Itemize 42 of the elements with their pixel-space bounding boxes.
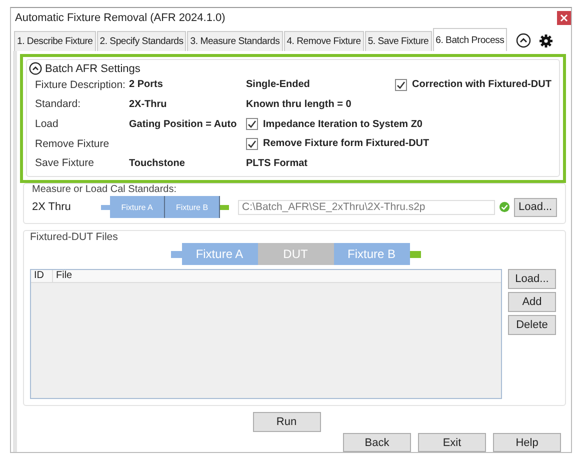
setting-label: Save Fixture bbox=[35, 156, 95, 172]
tab[interactable]: 5. Save Fixture bbox=[364, 31, 432, 52]
setting-value: 2X-Thru bbox=[129, 98, 167, 110]
tab[interactable]: 1. Describe Fixture bbox=[14, 31, 96, 52]
dut-block: DUT bbox=[258, 243, 334, 265]
setting-value: PLTS Format bbox=[246, 158, 308, 169]
nav-button[interactable]: Exit bbox=[418, 433, 486, 452]
setting-label: Standard: bbox=[35, 97, 82, 112]
fixture-block: Fixture B bbox=[334, 243, 410, 265]
standard-label: 2X Thru bbox=[32, 201, 72, 213]
fixture-block: Fixture B bbox=[165, 196, 220, 218]
file-button[interactable]: Load... bbox=[508, 269, 556, 289]
column-header[interactable]: File bbox=[53, 270, 76, 282]
group-title: Measure or Load Cal Standards: bbox=[32, 184, 178, 195]
panel-title: Batch AFR Settings bbox=[45, 62, 140, 75]
nav-button[interactable]: Help bbox=[493, 433, 561, 452]
setting-value: Single-Ended bbox=[246, 79, 310, 90]
tab[interactable]: 4. Remove Fixture bbox=[284, 31, 364, 52]
fixture-block: Fixture A bbox=[182, 243, 258, 265]
setting-label: Load bbox=[35, 117, 60, 132]
checkbox-label: Remove Fixture form Fixtured-DUT bbox=[263, 138, 430, 150]
tab[interactable]: 2. Specify Standards bbox=[96, 31, 186, 52]
nav-button[interactable]: Back bbox=[343, 433, 411, 452]
setting-value: Touchstone bbox=[129, 158, 185, 169]
file-button[interactable]: Delete bbox=[508, 315, 556, 335]
setting-value: 2 Ports bbox=[129, 79, 163, 90]
setting-value: Gating Position = Auto bbox=[129, 118, 237, 130]
file-path-field[interactable]: C:\Batch_AFR\SE_2xThru\2X-Thru.s2p bbox=[238, 200, 495, 214]
group-title: Fixtured-DUT Files bbox=[30, 231, 119, 243]
setting-label: Remove Fixture bbox=[35, 136, 110, 152]
window-title: Automatic Fixture Removal (AFR 2024.1.0) bbox=[15, 12, 226, 24]
column-header[interactable]: ID bbox=[31, 270, 53, 282]
checkbox-label: Impedance Iteration to System Z0 bbox=[263, 118, 422, 130]
tab[interactable]: 3. Measure Standards bbox=[187, 31, 283, 52]
checkbox-label: Correction with Fixtured-DUT bbox=[412, 79, 552, 90]
file-button[interactable]: Add bbox=[508, 292, 556, 312]
tab[interactable]: 6. Batch Process bbox=[432, 28, 508, 52]
setting-label: Fixture Description: bbox=[35, 78, 126, 93]
setting-value: Known thru length = 0 bbox=[246, 98, 352, 110]
load-button[interactable]: Load... bbox=[514, 198, 557, 216]
run-button[interactable]: Run bbox=[252, 412, 320, 432]
fixture-block: Fixture A bbox=[110, 196, 166, 218]
